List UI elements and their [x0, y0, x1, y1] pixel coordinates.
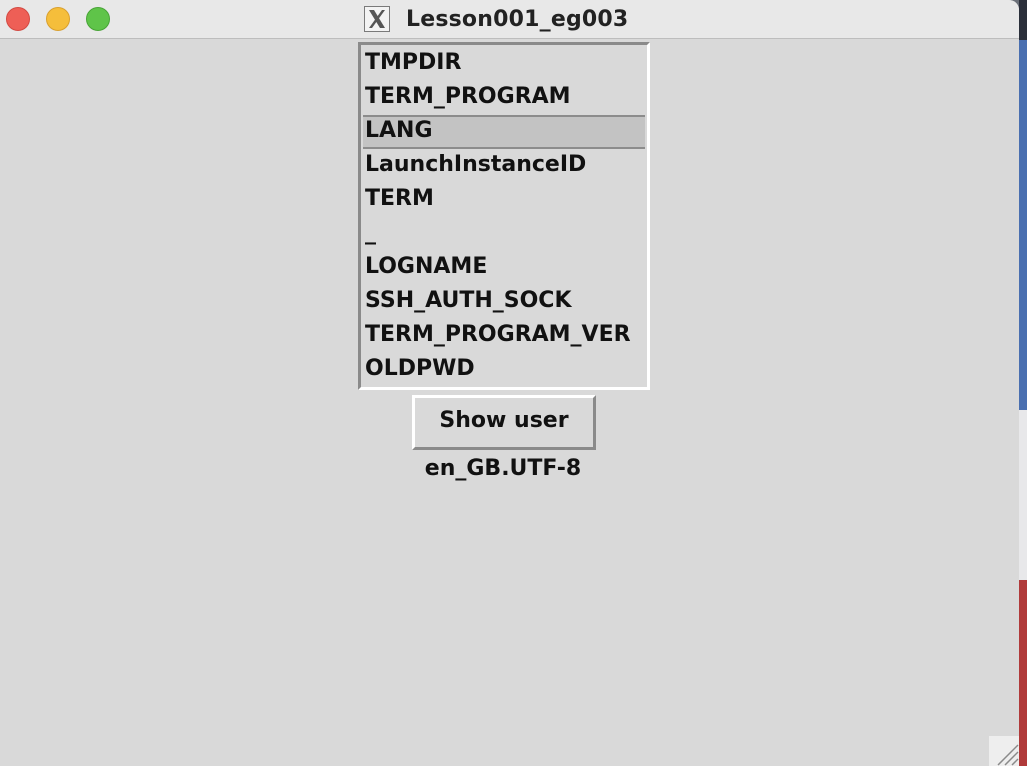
window-title: Lesson001_eg003: [406, 6, 629, 32]
desktop-edge: [1019, 410, 1027, 580]
desktop-edge: [1019, 40, 1027, 410]
list-item[interactable]: TERM_PROGRAM_VER: [363, 319, 645, 353]
app-window: Lesson001_eg003 TMPDIR TERM_PROGRAM LANG La…: [0, 0, 1019, 766]
title-bar[interactable]: Lesson001_eg003: [0, 0, 1019, 39]
maximize-button[interactable]: [86, 7, 110, 31]
list-item[interactable]: TMPDIR: [363, 47, 645, 81]
list-item[interactable]: SSH_AUTH_SOCK: [363, 285, 645, 319]
show-user-button[interactable]: Show user: [412, 395, 596, 450]
close-button[interactable]: [6, 7, 30, 31]
desktop-edge: [1019, 580, 1027, 766]
x11-app-icon: [364, 6, 390, 32]
output-label: en_GB.UTF-8: [424, 456, 582, 481]
list-item[interactable]: OLDPWD: [363, 353, 645, 387]
list-item[interactable]: _: [363, 217, 645, 251]
list-item[interactable]: LaunchInstanceID: [363, 149, 645, 183]
list-item[interactable]: LOGNAME: [363, 251, 645, 285]
list-item[interactable]: TERM: [363, 183, 645, 217]
env-var-listbox[interactable]: TMPDIR TERM_PROGRAM LANG LaunchInstanceID TE…: [358, 42, 650, 390]
resize-grip-icon[interactable]: [989, 736, 1019, 766]
minimize-button[interactable]: [46, 7, 70, 31]
list-item[interactable]: LANG: [363, 115, 645, 149]
title-group: Lesson001_eg003: [364, 5, 628, 33]
list-item[interactable]: TERM_PROGRAM: [363, 81, 645, 115]
desktop-edge: [1019, 0, 1027, 40]
